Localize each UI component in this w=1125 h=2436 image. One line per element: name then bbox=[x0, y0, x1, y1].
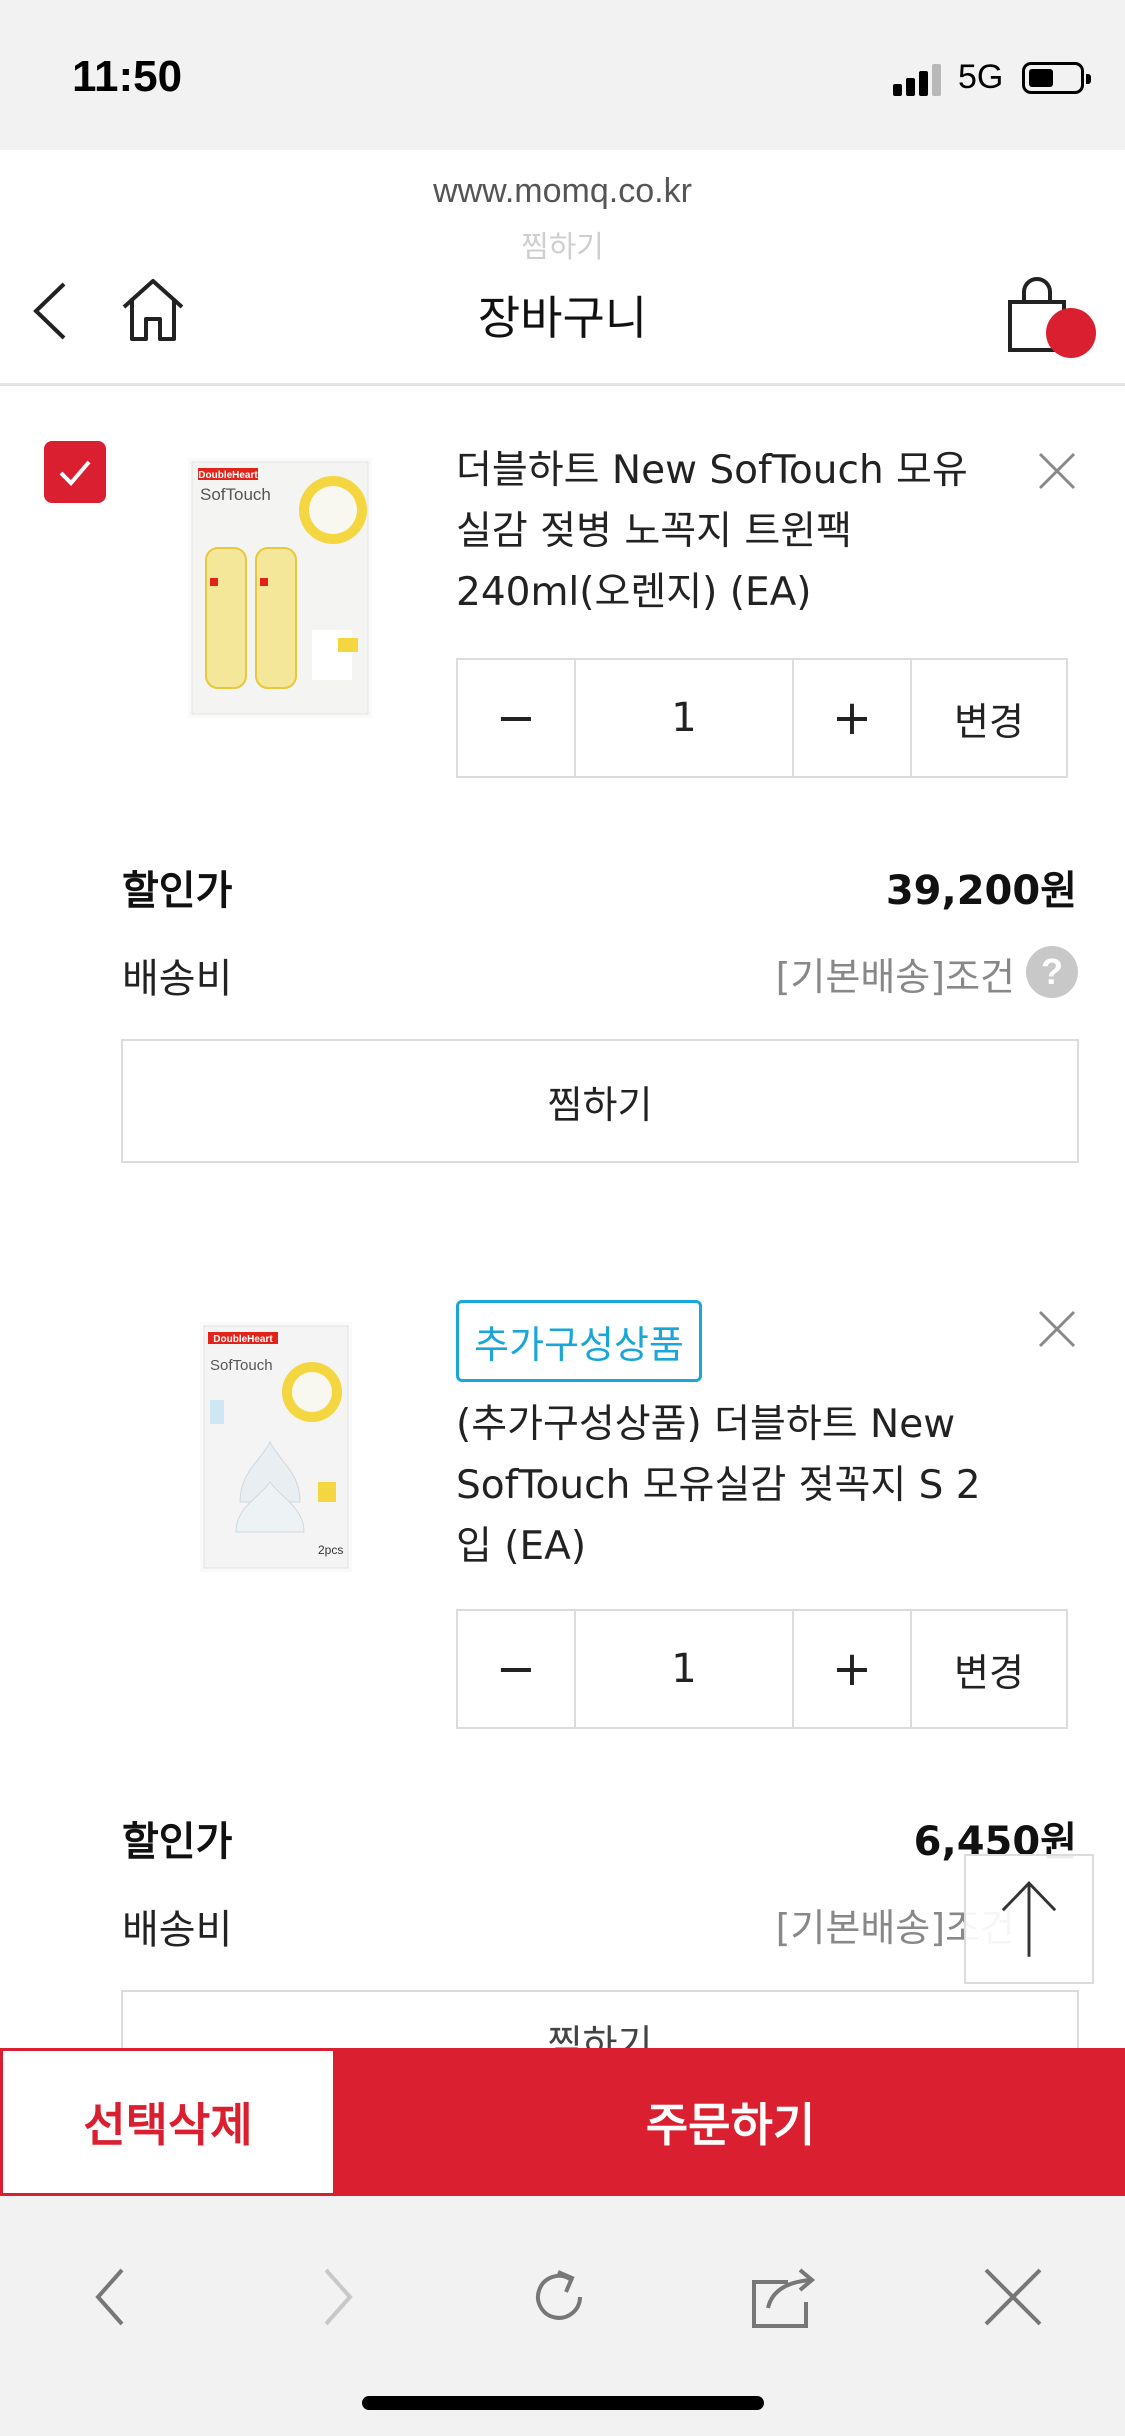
ghost-wish-text: 찜하기 bbox=[521, 230, 604, 265]
share-icon[interactable] bbox=[748, 2262, 818, 2332]
help-icon[interactable]: ? bbox=[1026, 946, 1078, 998]
addon-product-badge: 추가구성상품 bbox=[456, 1300, 702, 1382]
close-icon[interactable] bbox=[1036, 450, 1078, 492]
product-name-line: (추가구성상품) 더블하트 New bbox=[456, 1402, 956, 1447]
price-value: 39,200원 bbox=[885, 868, 1077, 914]
product-name[interactable]: (추가구성상품) 더블하트 New SofTouch 모유실감 젖꼭지 S 2 … bbox=[456, 1394, 1016, 1577]
price-label: 할인가 bbox=[122, 868, 233, 914]
url-bar[interactable]: www.momq.co.kr bbox=[0, 172, 1125, 211]
signal-icon bbox=[893, 62, 943, 96]
browser-back-icon[interactable] bbox=[76, 2262, 146, 2332]
product-image-bottle-twinpack[interactable]: DoubleHeart SofTouch bbox=[188, 458, 372, 718]
browser-forward-icon[interactable] bbox=[302, 2262, 372, 2332]
battery-icon bbox=[1022, 62, 1091, 94]
plus-button[interactable]: + bbox=[794, 1611, 912, 1727]
minus-button[interactable]: − bbox=[458, 1611, 576, 1727]
product-name-line: SofTouch 모유실감 젖꼭지 S 2 bbox=[456, 1463, 981, 1508]
shipping-label: 배송비 bbox=[122, 956, 233, 1002]
product-name-line: 240ml(오렌지) (EA) bbox=[456, 570, 812, 615]
product-image-nipple-2pcs[interactable]: DoubleHeart SofTouch 2pcs bbox=[200, 1322, 352, 1572]
svg-text:2pcs: 2pcs bbox=[318, 1543, 343, 1557]
delete-selected-button[interactable]: 선택삭제 bbox=[0, 2048, 336, 2196]
plus-button[interactable]: + bbox=[794, 660, 912, 776]
page-title: 장바구니 bbox=[477, 291, 648, 345]
svg-text:SofTouch: SofTouch bbox=[200, 485, 271, 504]
network-label: 5G bbox=[958, 58, 1004, 96]
svg-text:DoubleHeart: DoubleHeart bbox=[213, 1334, 273, 1345]
order-button[interactable]: 주문하기 bbox=[336, 2048, 1125, 2196]
product-name[interactable]: 더블하트 New SofTouch 모유 실감 젖병 노꼭지 트윈팩 240ml… bbox=[456, 440, 1016, 623]
bottom-action-bar: 선택삭제 주문하기 bbox=[0, 2048, 1125, 2196]
quantity-stepper: − 1 + 변경 bbox=[456, 1609, 1068, 1729]
quantity-input[interactable]: 1 bbox=[576, 660, 794, 776]
product-name-line: 실감 젖병 노꼭지 트윈팩 bbox=[456, 509, 852, 554]
item-select-checkbox[interactable] bbox=[44, 441, 106, 503]
quantity-stepper: − 1 + 변경 bbox=[456, 658, 1068, 778]
wishlist-button[interactable]: 찜하기 bbox=[121, 1039, 1079, 1163]
status-bar: 11:50 5G www.momq.co.kr bbox=[0, 0, 1125, 210]
checkmark-icon bbox=[59, 460, 91, 486]
change-quantity-button[interactable]: 변경 bbox=[912, 1611, 1066, 1727]
close-tab-icon[interactable] bbox=[978, 2262, 1048, 2332]
shipping-label: 배송비 bbox=[122, 1907, 233, 1953]
cart-badge bbox=[1046, 308, 1096, 358]
product-name-line: 입 (EA) bbox=[456, 1524, 587, 1569]
close-icon[interactable] bbox=[1036, 1308, 1078, 1350]
reload-icon[interactable] bbox=[524, 2262, 594, 2332]
price-label: 할인가 bbox=[122, 1819, 233, 1865]
quantity-input[interactable]: 1 bbox=[576, 1611, 794, 1727]
change-quantity-button[interactable]: 변경 bbox=[912, 660, 1066, 776]
product-name-line: 더블하트 New SofTouch 모유 bbox=[456, 448, 968, 493]
minus-button[interactable]: − bbox=[458, 660, 576, 776]
home-indicator bbox=[362, 2396, 764, 2410]
svg-text:DoubleHeart: DoubleHeart bbox=[198, 470, 258, 481]
scroll-to-top-icon[interactable] bbox=[964, 1854, 1094, 1984]
shipping-value: [기본배송]조건 bbox=[775, 955, 1015, 999]
svg-text:SofTouch: SofTouch bbox=[210, 1357, 273, 1374]
status-time: 11:50 bbox=[72, 52, 183, 101]
